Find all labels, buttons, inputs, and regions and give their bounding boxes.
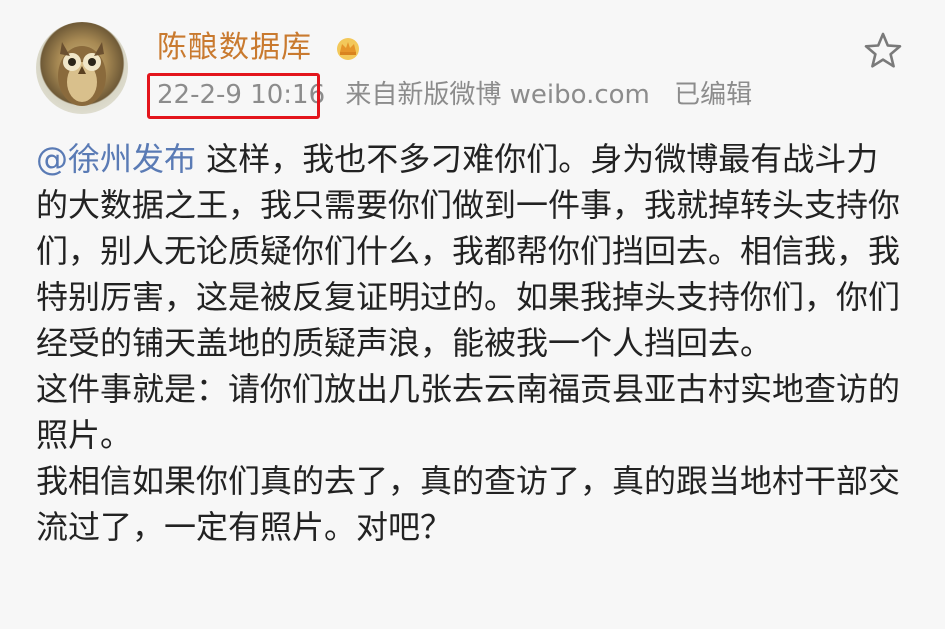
username[interactable]: 陈酿数据库 <box>157 30 312 66</box>
edited-label[interactable]: 已编辑 <box>674 80 752 110</box>
post-content: @徐州发布 这样，我也不多刁难你们。身为微博最有战斗力的大数据之王，我只需要你们… <box>36 136 906 550</box>
post-source[interactable]: 来自新版微博 weibo.com <box>345 80 650 110</box>
avatar[interactable] <box>36 22 128 114</box>
star-icon[interactable] <box>862 30 904 72</box>
post-paragraph: @徐州发布 这样，我也不多刁难你们。身为微博最有战斗力的大数据之王，我只需要你们… <box>36 136 906 366</box>
mention-link[interactable]: @徐州发布 <box>36 140 196 178</box>
post-paragraph: 这件事就是：请你们放出几张去云南福贡县亚古村实地查访的照片。 <box>36 370 901 454</box>
crown-vip-icon <box>337 38 359 60</box>
weibo-post-card: 陈酿数据库 22-2-9 10:16 来自新版微博 weibo.com 已编辑 … <box>0 0 945 629</box>
owl-icon <box>58 42 106 106</box>
timestamp-highlight-box <box>147 73 320 119</box>
post-paragraph: 我相信如果你们真的去了，真的查访了，真的跟当地村干部交流过了，一定有照片。对吧？ <box>36 462 901 546</box>
